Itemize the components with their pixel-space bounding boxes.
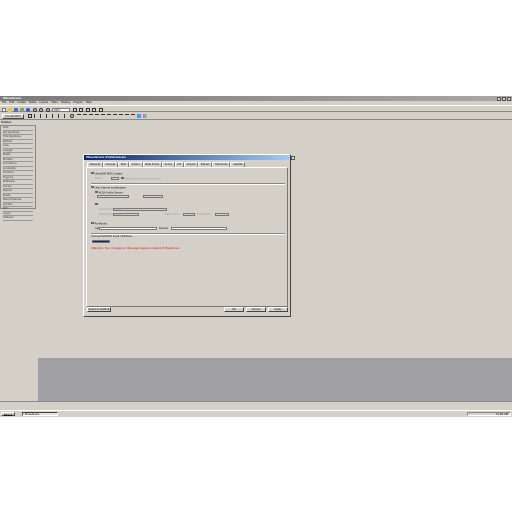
device-select[interactable] <box>171 226 227 230</box>
app-window: MuseScore File Edit Create Notes Layout … <box>0 96 512 416</box>
jack-midi-option[interactable]: Use JACK MIDI output <box>91 171 123 175</box>
save-icon[interactable] <box>14 107 18 112</box>
play-icon[interactable] <box>79 107 83 112</box>
maximize-button[interactable] <box>502 96 506 101</box>
status-bar <box>0 401 512 408</box>
api-select[interactable] <box>99 226 157 230</box>
internal-synth-checkbox[interactable] <box>91 185 94 189</box>
io-panel: Use JACK MIDI output Ports 1 Remember la… <box>86 166 288 307</box>
cancel-button[interactable]: Cancel <box>246 307 266 312</box>
dialog-titlebar[interactable]: MuseScore Preferences ? × <box>84 155 295 160</box>
natural-icon[interactable] <box>95 114 99 118</box>
duration-whole-icon[interactable] <box>70 114 74 118</box>
portaudio-label: PortAudio <box>94 221 108 225</box>
system-tray: 11:40 AM <box>467 411 511 417</box>
duration-32nd-icon[interactable] <box>40 114 44 118</box>
undo-icon[interactable] <box>33 107 37 112</box>
tie-icon[interactable] <box>107 114 111 118</box>
voice-3-icon[interactable] <box>131 114 135 118</box>
play-back-icon[interactable] <box>73 107 77 112</box>
duration-quarter-icon[interactable] <box>58 114 62 118</box>
duration-64th-icon[interactable] <box>34 114 38 118</box>
divider <box>91 182 285 185</box>
period-size-label: Period Size <box>165 212 180 216</box>
alsa-device-input[interactable]: default <box>113 207 167 211</box>
start-button[interactable]: Start <box>1 411 15 417</box>
duration-16th-icon[interactable] <box>46 114 50 118</box>
ports-label: Ports <box>95 176 102 180</box>
alsa-label: ALSA Audio Server <box>98 190 123 194</box>
voice-4-icon[interactable] <box>137 114 141 118</box>
dialog-close-button[interactable]: × <box>291 155 295 160</box>
alsa-group-field <box>97 194 129 198</box>
palette-title: Palettes <box>1 121 12 124</box>
fragments-label: Fragments <box>197 212 211 216</box>
rest-icon[interactable] <box>83 114 87 118</box>
rewind-icon[interactable] <box>86 107 90 112</box>
flat-icon[interactable] <box>101 114 105 118</box>
voice-1-icon[interactable] <box>119 114 123 118</box>
note-input-toolbar: Concert Pitch <box>0 112 512 120</box>
apply-button[interactable]: Apply <box>268 307 288 312</box>
taskbar: Start MuseScore 11:40 AM <box>0 410 512 417</box>
file-toolbar: 100% <box>0 105 512 112</box>
pdf-icon[interactable] <box>26 107 30 112</box>
alsa-options-group <box>95 202 99 206</box>
palette-item[interactable]: Fretboard <box>3 216 33 221</box>
loop-icon[interactable] <box>92 107 96 112</box>
new-file-icon[interactable] <box>2 107 6 112</box>
ok-button[interactable]: OK <box>224 307 244 312</box>
sample-rate-select[interactable]: 48000 <box>113 212 139 216</box>
alsa-secondary-field <box>143 194 163 198</box>
fragments-input[interactable]: 3 <box>215 212 229 216</box>
portaudio-checkbox[interactable] <box>91 221 94 225</box>
remember-connections-checkbox[interactable] <box>121 176 124 180</box>
flip-icon[interactable] <box>113 114 117 118</box>
sharp-icon[interactable] <box>89 114 93 118</box>
portmidi-select[interactable] <box>92 239 110 243</box>
device-label: Device <box>159 226 168 230</box>
clock: 11:40 AM <box>495 412 508 416</box>
alsa-checkbox[interactable] <box>95 190 98 194</box>
zoom-select[interactable]: 100% <box>52 107 70 112</box>
voice-2-icon[interactable] <box>125 114 129 118</box>
duration-eighth-icon[interactable] <box>52 114 56 118</box>
ports-spinbox[interactable]: 1 <box>111 176 119 180</box>
open-folder-icon[interactable] <box>8 107 12 112</box>
minimize-button[interactable] <box>497 96 501 101</box>
preferences-dialog: MuseScore Preferences ? × General Canvas… <box>83 154 295 317</box>
dialog-title: MuseScore Preferences <box>86 155 126 159</box>
alsa-option[interactable]: ALSA Audio Server <box>95 190 123 194</box>
zoom-icon[interactable] <box>46 107 50 112</box>
metronome-icon[interactable] <box>99 107 103 112</box>
close-button[interactable] <box>507 96 511 101</box>
palette-panel: Clefs Key Signatures Time Signatures Bar… <box>0 125 36 221</box>
print-icon[interactable] <box>20 107 24 112</box>
color-icon[interactable] <box>143 114 147 118</box>
portaudio-option[interactable]: PortAudio <box>91 221 108 225</box>
portmidi-label: Choose PortMidi input interface: <box>91 234 133 238</box>
concert-pitch-button[interactable]: Concert Pitch <box>2 113 24 119</box>
reset-to-default-button[interactable]: Reset to Default <box>87 307 111 312</box>
period-size-input[interactable]: 1024 <box>183 212 195 216</box>
internal-synth-label: Use internal synthesizer <box>94 185 126 189</box>
window-controls <box>497 96 511 101</box>
remember-connections-label: Remember last connections <box>124 176 161 180</box>
alsa-options-checkbox[interactable] <box>95 202 98 206</box>
internal-synth-option[interactable]: Use internal synthesizer <box>91 185 126 189</box>
dot-icon[interactable] <box>77 114 81 118</box>
remember-connections-option[interactable]: Remember last connections <box>121 176 161 180</box>
redo-icon[interactable] <box>39 107 43 112</box>
taskbar-item-musescore[interactable]: MuseScore <box>22 411 58 417</box>
restart-warning: Attention: Your changes on this page req… <box>91 246 180 250</box>
jack-midi-checkbox[interactable] <box>91 171 94 175</box>
duration-half-icon[interactable] <box>64 114 68 118</box>
note-input-icon[interactable] <box>28 114 32 118</box>
jack-midi-label: Use JACK MIDI output <box>94 171 123 175</box>
